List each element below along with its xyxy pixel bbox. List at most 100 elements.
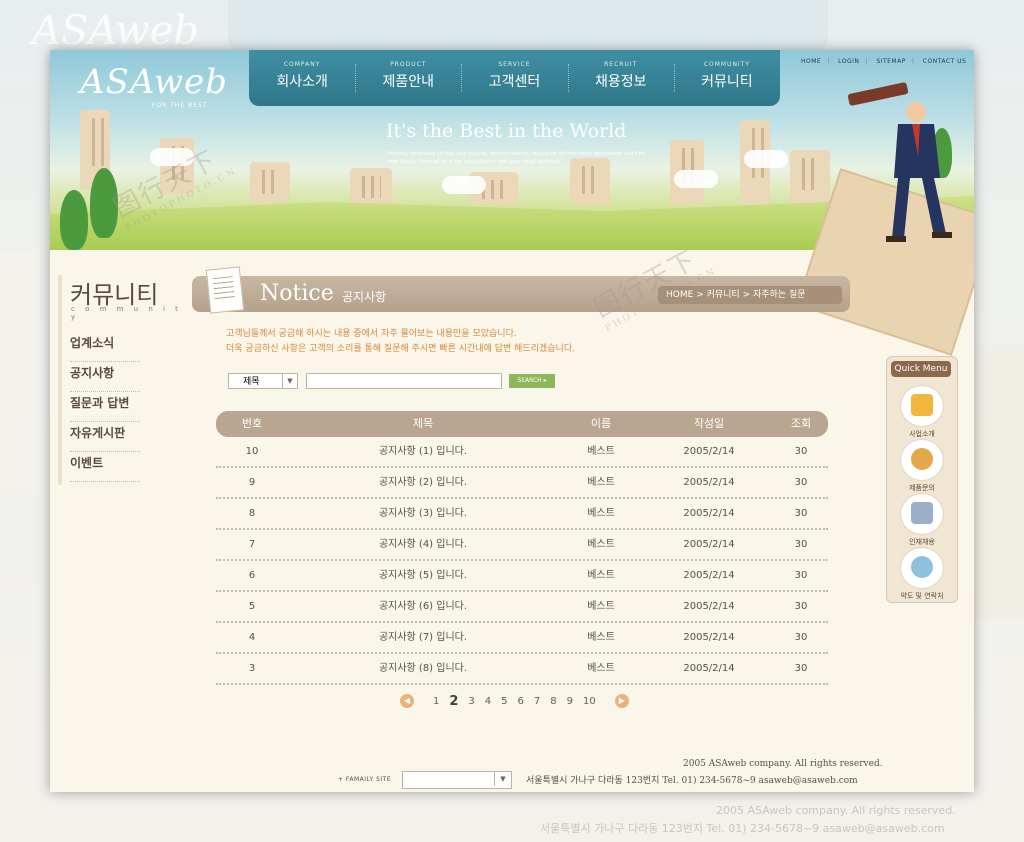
column-header-name: 이름 — [590, 417, 612, 430]
building-illustration — [250, 162, 290, 202]
table-row: 9 공지사항 (2) 입니다. 베스트 2005/2/14 30 — [216, 468, 828, 499]
breadcrumb-faq[interactable]: 자주하는 질문 — [753, 290, 806, 300]
row-views: 30 — [794, 539, 808, 550]
nav-product[interactable]: PRODUCT 제품안내 — [355, 50, 461, 106]
row-date: 2005/2/14 — [683, 663, 735, 674]
chevron-down-icon[interactable]: ▼ — [282, 374, 297, 388]
page-link[interactable]: 7 — [534, 696, 540, 707]
footer-address: 서울특별시 가나구 다라동 123번지 Tel. 01) 234-5678~9 … — [526, 776, 858, 786]
table-row: 10 공지사항 (1) 입니다. 베스트 2005/2/14 30 — [216, 437, 828, 468]
quick-product-inquiry[interactable]: 제품문의 — [897, 439, 947, 493]
building-illustration — [790, 150, 830, 204]
row-title-link[interactable]: 공지사항 (4) 입니다. — [288, 530, 558, 559]
row-author: 베스트 — [587, 663, 615, 674]
sidebar: 커뮤니티 c o m m u n i t y 업계소식 공지사항 질문과 답변 … — [58, 275, 183, 485]
row-title-link[interactable]: 공지사항 (8) 입니다. — [288, 654, 558, 683]
nav-recruit[interactable]: RECRUIT 채용정보 — [567, 50, 674, 106]
building-illustration — [350, 168, 392, 204]
row-number: 3 — [248, 663, 256, 674]
chevron-right-icon[interactable]: ▶ — [614, 694, 629, 708]
row-views: 30 — [794, 477, 808, 488]
family-site-select[interactable]: ▼ — [402, 771, 512, 789]
search-input[interactable] — [306, 373, 502, 389]
util-separator: | — [911, 58, 915, 65]
nav-company-ko: 회사소개 — [276, 74, 328, 90]
family-site-label: + FAMAILY SITE — [338, 776, 392, 783]
nav-service[interactable]: SERVICE 고객센터 — [461, 50, 567, 106]
quick-map-contact[interactable]: 약도 및 연락처 — [897, 547, 947, 601]
page-title-ko: 공지사항 — [342, 290, 387, 304]
nav-company-en: COMPANY — [283, 61, 321, 68]
util-home-link[interactable]: HOME — [801, 58, 821, 65]
quick-label: 인재채용 — [909, 538, 935, 546]
row-title-link[interactable]: 공지사항 (2) 입니다. — [288, 468, 558, 497]
intro-line-1: 고객님들께서 궁금해 하시는 내용 중에서 자주 물어보는 내용만을 모았습니다… — [226, 329, 517, 339]
row-number: 4 — [248, 632, 256, 643]
nav-recruit-ko: 채용정보 — [594, 74, 647, 90]
search-button[interactable]: SEARCH ▸ — [509, 374, 555, 388]
row-title-link[interactable]: 공지사항 (7) 입니다. — [288, 623, 558, 652]
row-views: 30 — [794, 570, 808, 581]
util-login-link[interactable]: LOGIN — [838, 58, 859, 65]
row-title-link[interactable]: 공지사항 (5) 입니다. — [288, 561, 558, 590]
row-author: 베스트 — [587, 539, 615, 550]
breadcrumb-home[interactable]: HOME — [666, 290, 693, 300]
util-separator: | — [827, 58, 830, 65]
row-views: 30 — [794, 601, 808, 612]
row-author: 베스트 — [587, 570, 615, 581]
page-link[interactable]: 5 — [501, 696, 507, 707]
background-ghost-address: 서울특별시 가나구 다라동 123번지 Tel. 01) 234-5678~9 … — [540, 822, 945, 835]
row-author: 베스트 — [587, 632, 615, 643]
table-row: 3 공지사항 (8) 입니다. 베스트 2005/2/14 30 — [216, 654, 828, 685]
breadcrumb-separator: > — [742, 290, 753, 300]
row-title-link[interactable]: 공지사항 (1) 입니다. — [288, 437, 558, 466]
chevron-down-icon[interactable]: ▼ — [494, 772, 511, 786]
quick-recruitment[interactable]: 인재채용 — [897, 493, 947, 547]
page-window: ASAweb FOR THE BEST COMPANY 회사소개 PRODUCT… — [50, 50, 974, 792]
quick-label: 사업소개 — [909, 430, 935, 438]
notice-table: 번호 제목 이름 작성일 조회 10 공지사항 (1) 입니다. 베스트 200… — [216, 411, 828, 685]
page-link-current[interactable]: 2 — [449, 694, 458, 709]
page-link[interactable]: 1 — [433, 696, 439, 707]
sidebar-item-free-board[interactable]: 자유게시판 — [70, 423, 140, 452]
quick-menu: Quick Menu 사업소개 제품문의 인재채용 약도 및 연락처 — [886, 356, 958, 603]
quick-menu-title: Quick Menu — [891, 361, 951, 377]
sidebar-item-industry-news[interactable]: 업계소식 — [70, 333, 140, 362]
row-date: 2005/2/14 — [683, 539, 735, 550]
page-link[interactable]: 4 — [485, 696, 491, 707]
nav-company[interactable]: COMPANY 회사소개 — [249, 50, 355, 106]
page-link[interactable]: 10 — [583, 696, 596, 707]
tree-illustration — [90, 168, 118, 238]
column-header-title: 제목 — [412, 417, 434, 430]
breadcrumb-community[interactable]: 커뮤니티 — [707, 290, 740, 300]
search-field-value: 제목 — [243, 377, 260, 387]
sidebar-menu: 업계소식 공지사항 질문과 답변 자유게시판 이벤트 — [70, 333, 140, 483]
table-row: 4 공지사항 (7) 입니다. 베스트 2005/2/14 30 — [216, 623, 828, 654]
sidebar-item-event[interactable]: 이벤트 — [70, 453, 140, 482]
row-number: 9 — [248, 477, 256, 488]
util-contact-link[interactable]: CONTACT US — [923, 58, 967, 65]
row-views: 30 — [794, 508, 808, 519]
page-link[interactable]: 6 — [518, 696, 524, 707]
documents-icon — [900, 493, 944, 535]
search-field-select[interactable]: 제목 ▼ — [228, 373, 298, 389]
site-logo[interactable]: ASAweb FOR THE BEST — [80, 62, 228, 109]
logo-tagline: FOR THE BEST — [152, 102, 208, 109]
row-number: 5 — [248, 601, 256, 612]
row-title-link[interactable]: 공지사항 (6) 입니다. — [288, 592, 558, 621]
sidebar-item-qna[interactable]: 질문과 답변 — [70, 393, 140, 422]
sidebar-item-notice[interactable]: 공지사항 — [70, 363, 140, 392]
main-navigation: COMPANY 회사소개 PRODUCT 제품안내 SERVICE 고객센터 R… — [249, 50, 780, 106]
row-title-link[interactable]: 공지사항 (3) 입니다. — [288, 499, 558, 528]
nav-community[interactable]: COMMUNITY 커뮤니티 — [673, 50, 780, 106]
util-sitemap-link[interactable]: SITEMAP — [876, 58, 905, 65]
page-link[interactable]: 3 — [468, 696, 474, 707]
quick-business-intro[interactable]: 사업소개 — [897, 385, 947, 439]
page-link[interactable]: 9 — [567, 696, 573, 707]
chevron-left-icon[interactable]: ◀ — [400, 694, 414, 708]
content-title-bar: Notice 공지사항 HOME > 커뮤니티 > 자주하는 질문 — [192, 266, 850, 314]
column-header-number: 번호 — [241, 417, 263, 430]
tree-illustration — [60, 190, 88, 250]
table-row: 5 공지사항 (6) 입니다. 베스트 2005/2/14 30 — [216, 592, 828, 623]
page-link[interactable]: 8 — [550, 696, 556, 707]
